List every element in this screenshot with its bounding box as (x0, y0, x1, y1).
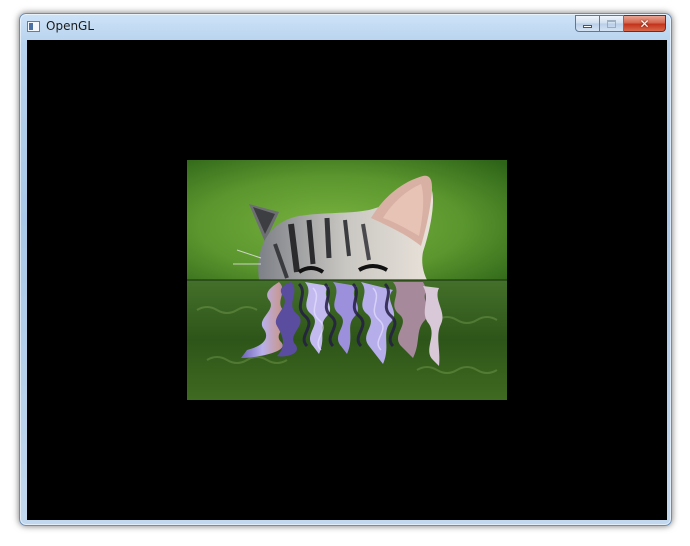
app-window: OpenGL ✕ (19, 13, 672, 526)
scene-graphic (187, 160, 507, 400)
maximize-icon (607, 19, 616, 28)
title-bar[interactable]: OpenGL ✕ (20, 14, 671, 40)
opengl-app-icon[interactable] (27, 21, 40, 32)
window-controls: ✕ (575, 15, 666, 33)
minimize-button[interactable] (575, 15, 600, 32)
close-icon: ✕ (639, 16, 650, 31)
window-title: OpenGL (46, 19, 95, 33)
close-button[interactable]: ✕ (624, 15, 666, 32)
opengl-viewport[interactable] (27, 40, 667, 520)
minimize-icon (583, 25, 592, 28)
maximize-button[interactable] (600, 15, 624, 32)
kitten-reflection-scene (187, 160, 507, 400)
